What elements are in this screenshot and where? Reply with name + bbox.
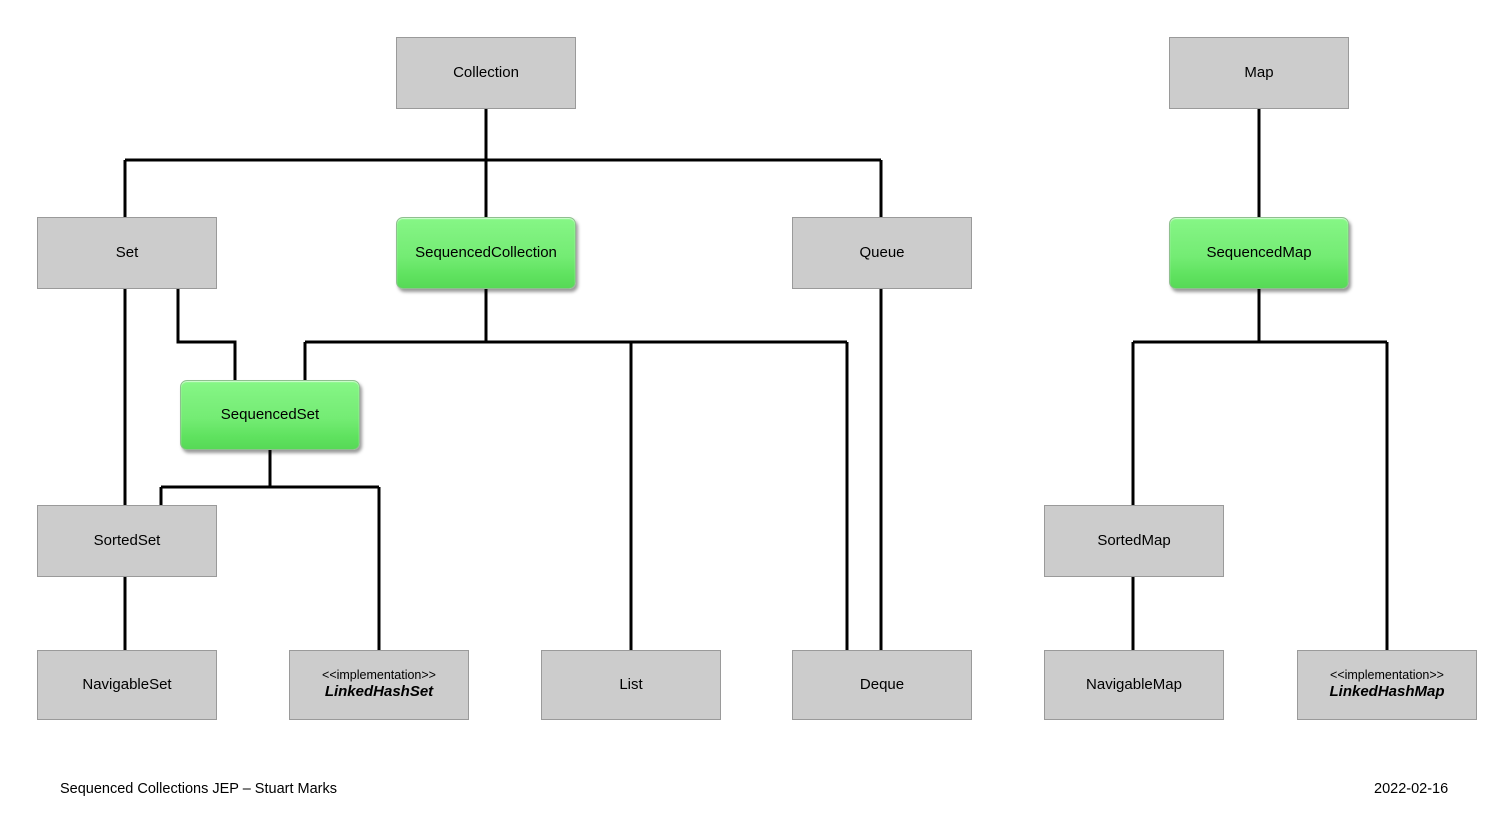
node-linkedhashmap-classname: LinkedHashMap (1329, 683, 1445, 701)
node-navigableset[interactable]: NavigableSet (37, 650, 217, 720)
node-linkedhashset[interactable]: <<implementation>> LinkedHashSet (289, 650, 469, 720)
edge-set-to-sequencedset (176, 289, 237, 380)
footer-date: 2022-02-16 (1374, 781, 1449, 797)
node-sequencedcollection[interactable]: SequencedCollection (396, 217, 576, 289)
node-navigablemap-label: NavigableMap (1086, 675, 1182, 693)
node-navigableset-label: NavigableSet (82, 675, 172, 693)
stereotype-implementation-linkedhashset: <<implementation>> (322, 667, 436, 682)
node-deque-label: Deque (859, 675, 905, 693)
node-collection[interactable]: Collection (396, 37, 576, 109)
node-linkedhashset-label: <<implementation>> LinkedHashSet (322, 668, 436, 702)
node-linkedhashmap-label: <<implementation>> LinkedHashMap (1329, 668, 1444, 702)
node-collection-label: Collection (453, 63, 519, 81)
node-sequencedset[interactable]: SequencedSet (180, 380, 360, 450)
node-linkedhashset-classname: LinkedHashSet (324, 683, 434, 701)
node-linkedhashmap[interactable]: <<implementation>> LinkedHashMap (1297, 650, 1477, 720)
node-map[interactable]: Map (1169, 37, 1349, 109)
node-list[interactable]: List (541, 650, 721, 720)
node-sortedset[interactable]: SortedSet (37, 505, 217, 577)
node-queue-label: Queue (859, 243, 905, 261)
node-sequencedcollection-label: SequencedCollection (415, 243, 557, 261)
node-sequencedmap-label: SequencedMap (1206, 243, 1312, 261)
node-navigablemap[interactable]: NavigableMap (1044, 650, 1224, 720)
node-set[interactable]: Set (37, 217, 217, 289)
node-sequencedset-label: SequencedSet (220, 405, 320, 423)
class-hierarchy-diagram: Collection Map Set SequencedCollection Q… (0, 0, 1512, 840)
node-queue[interactable]: Queue (792, 217, 972, 289)
node-sortedmap-label: SortedMap (1097, 531, 1171, 549)
footer-credit: Sequenced Collections JEP – Stuart Marks (60, 781, 337, 797)
node-sortedmap[interactable]: SortedMap (1044, 505, 1224, 577)
node-deque[interactable]: Deque (792, 650, 972, 720)
node-map-label: Map (1244, 63, 1274, 81)
node-list-label: List (619, 675, 643, 693)
node-set-label: Set (115, 243, 139, 261)
stereotype-implementation-linkedhashmap: <<implementation>> (1330, 667, 1444, 682)
node-sequencedmap[interactable]: SequencedMap (1169, 217, 1349, 289)
node-sortedset-label: SortedSet (93, 531, 161, 549)
